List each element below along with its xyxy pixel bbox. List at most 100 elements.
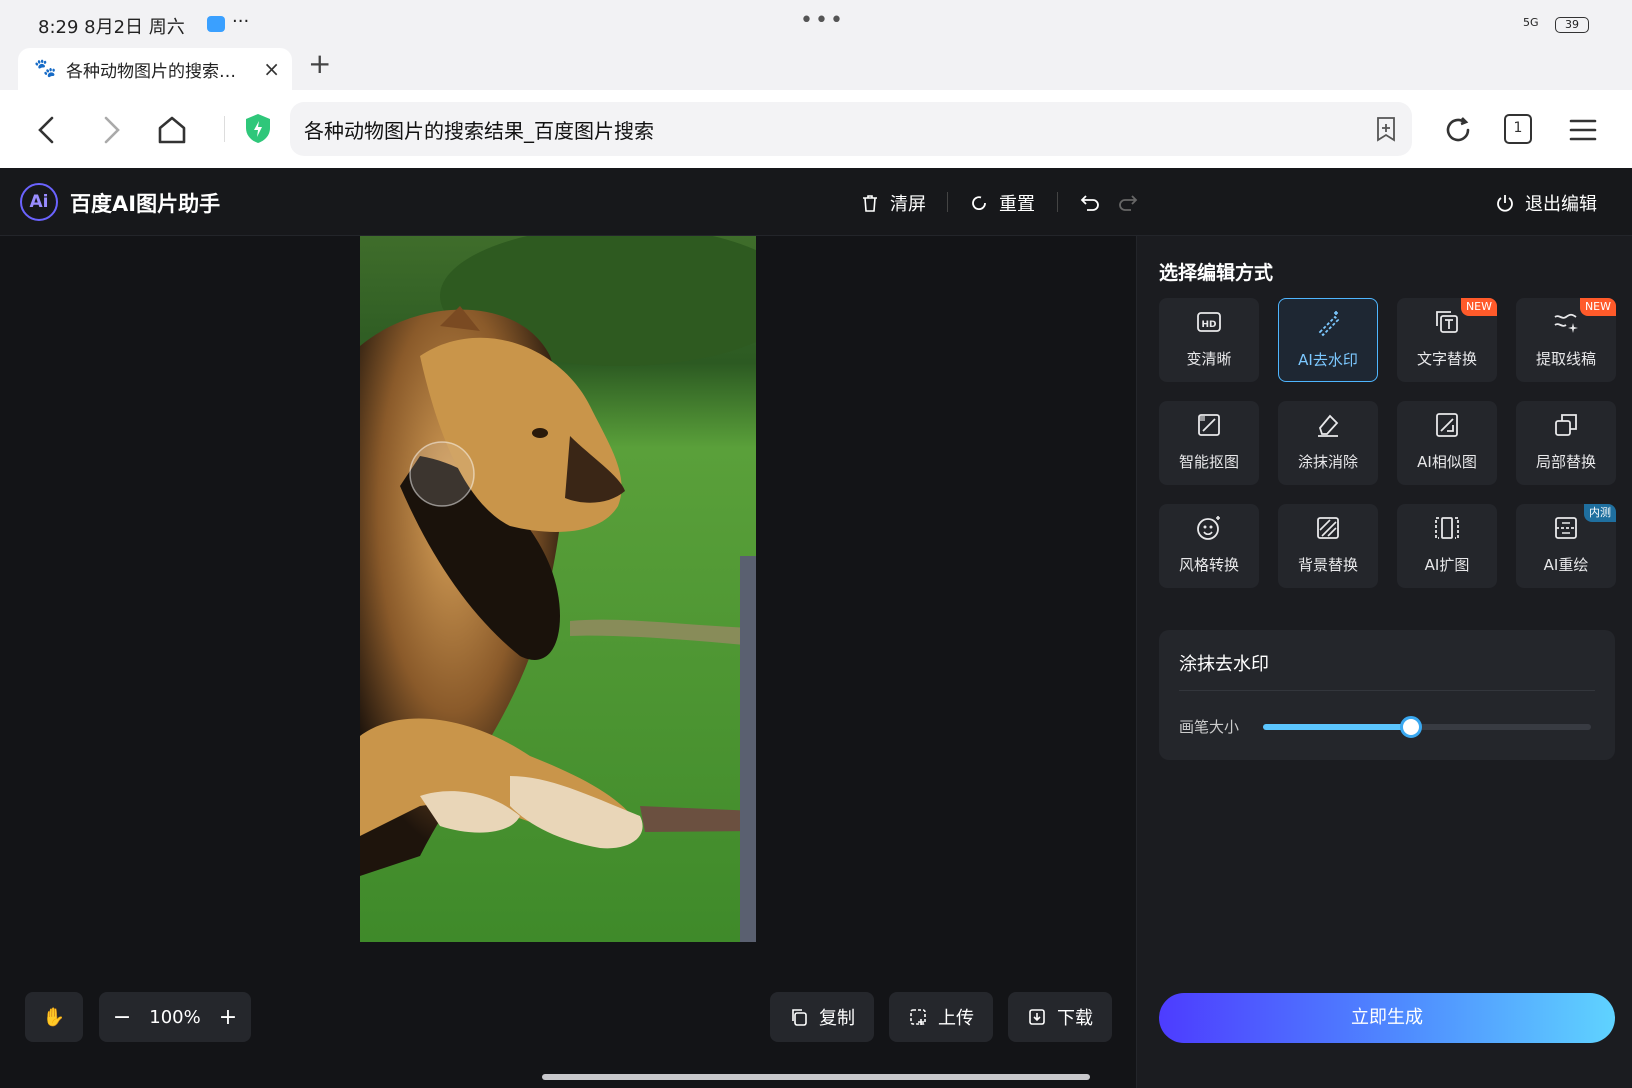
upload-button[interactable]: 上传 (889, 992, 993, 1042)
partial-replace-icon (1555, 414, 1577, 436)
tool-label: 背景替换 (1297, 556, 1358, 574)
signal-icon: 5G (1523, 16, 1539, 29)
clear-label: 清屏 (890, 194, 926, 215)
status-time: 8:29 8月2日 周六 (38, 17, 185, 38)
battery-icon: 39 (1555, 17, 1589, 33)
home-indicator[interactable] (542, 1074, 1090, 1080)
baidu-favicon-icon: 🐾 (34, 58, 57, 79)
slider-handle[interactable] (1399, 716, 1422, 738)
close-tab-icon[interactable]: × (263, 57, 280, 81)
window-handle[interactable]: ••• (800, 8, 845, 33)
url-field[interactable]: 各种动物图片的搜索结果_百度图片搜索 (290, 102, 1412, 156)
app-title: 百度AI图片助手 (70, 192, 221, 216)
brush-size-label: 画笔大小 (1179, 718, 1240, 736)
tool-text-replace[interactable]: 文字替换 NEW (1397, 298, 1497, 382)
tool-label: 文字替换 (1416, 350, 1477, 368)
beta-badge: 内测 (1584, 504, 1616, 522)
divider (224, 116, 225, 142)
tool-label: AI相似图 (1417, 453, 1477, 471)
upload-label: 上传 (938, 1008, 974, 1029)
copy-label: 复制 (819, 1008, 855, 1029)
url-text: 各种动物图片的搜索结果_百度图片搜索 (304, 118, 654, 143)
hd-icon: HD (1197, 312, 1221, 332)
similar-image-icon (1436, 413, 1458, 437)
browser-tab-bar: 🐾 各种动物图片的搜索… × (0, 48, 1632, 90)
download-button[interactable]: 下载 (1008, 992, 1112, 1042)
copy-button[interactable]: 复制 (770, 992, 874, 1042)
divider (1179, 690, 1595, 691)
new-tab-button[interactable]: + (308, 50, 331, 78)
tool-line-art[interactable]: 提取线稿 NEW (1516, 298, 1616, 382)
text-replace-icon (1436, 311, 1458, 333)
tool-redraw[interactable]: AI重绘 内测 (1516, 504, 1616, 588)
tool-label: 涂抹消除 (1297, 453, 1358, 471)
brush-cursor (409, 441, 475, 507)
magic-wand-icon (1318, 311, 1340, 337)
brush-size-slider[interactable] (1263, 716, 1591, 738)
cutout-icon (1198, 414, 1220, 436)
reset-icon (972, 196, 986, 211)
ai-image-assistant: Ai 百度AI图片助手 清屏 重置 退出编辑 ✋ − 100% + 复制 上传 … (0, 168, 1632, 1088)
zoom-in-icon[interactable]: + (219, 1005, 237, 1030)
power-icon (1497, 195, 1513, 212)
tool-partial-replace[interactable]: 局部替换 (1516, 401, 1616, 485)
status-bar: 8:29 8月2日 周六 ··· ••• 5G 39 (0, 0, 1632, 48)
svg-text:HD: HD (1201, 320, 1216, 330)
tool-style-transfer[interactable]: 风格转换 (1159, 504, 1259, 588)
divider (947, 192, 948, 212)
tool-label: AI去水印 (1298, 351, 1358, 369)
lion-photo[interactable] (360, 236, 756, 942)
tool-expand[interactable]: AI扩图 (1397, 504, 1497, 588)
home-icon[interactable] (154, 112, 190, 148)
eraser-icon (1318, 414, 1339, 437)
tool-label: AI扩图 (1424, 556, 1470, 574)
refresh-icon[interactable] (1440, 112, 1476, 148)
forward-icon[interactable] (92, 112, 128, 148)
exit-edit-label: 退出编辑 (1525, 194, 1597, 215)
tool-ai-watermark-removal[interactable]: AI去水印 (1278, 298, 1378, 382)
tool-smart-cutout[interactable]: 智能抠图 (1159, 401, 1259, 485)
tool-label: 风格转换 (1178, 556, 1239, 574)
brush-settings-title: 涂抹去水印 (1179, 654, 1269, 675)
tool-similar-image[interactable]: AI相似图 (1397, 401, 1497, 485)
generate-button[interactable]: 立即生成 (1159, 993, 1615, 1043)
exit-edit-button[interactable]: 退出编辑 (1495, 190, 1597, 216)
brush-settings: 涂抹去水印 画笔大小 (1159, 630, 1615, 760)
hand-icon: ✋ (42, 1006, 66, 1028)
new-badge: NEW (1460, 298, 1497, 316)
tool-erase[interactable]: 涂抹消除 (1278, 401, 1378, 485)
download-icon (1029, 1009, 1045, 1025)
reset-label: 重置 (999, 194, 1035, 215)
edit-panel: 选择编辑方式 HD 变清晰 AI去水印 文字替换 NEW 提取线稿 NEW 智能… (1136, 236, 1632, 1088)
tool-label: 局部替换 (1535, 453, 1596, 471)
status-more: ··· (232, 11, 250, 32)
menu-icon[interactable] (1565, 112, 1601, 148)
clear-button[interactable]: 清屏 (860, 190, 926, 216)
zoom-level: 100% (149, 1006, 201, 1028)
app-logo: Ai (20, 183, 58, 221)
zoom-control: − 100% + (99, 992, 251, 1042)
reset-button[interactable]: 重置 (969, 190, 1035, 216)
trash-icon (863, 195, 877, 212)
zoom-out-icon[interactable]: − (113, 1005, 131, 1030)
copy-icon (792, 1009, 807, 1026)
tool-label: 变清晰 (1186, 350, 1232, 368)
redo-icon[interactable] (1116, 190, 1140, 214)
undo-icon[interactable] (1078, 190, 1102, 214)
canvas-area[interactable]: ✋ − 100% + 复制 上传 下载 (0, 236, 1136, 1088)
browser-tab[interactable]: 🐾 各种动物图片的搜索… × (18, 48, 292, 90)
tool-enhance[interactable]: HD 变清晰 (1159, 298, 1259, 382)
panel-title: 选择编辑方式 (1159, 262, 1274, 284)
tool-background-replace[interactable]: 背景替换 (1278, 504, 1378, 588)
tab-count-button[interactable]: 1 (1504, 114, 1532, 144)
bookmark-icon[interactable] (1374, 116, 1398, 142)
hand-tool-button[interactable]: ✋ (25, 992, 83, 1042)
back-icon[interactable] (30, 112, 66, 148)
background-icon (1317, 517, 1339, 539)
new-badge: NEW (1579, 298, 1616, 316)
shield-icon[interactable] (240, 110, 276, 146)
address-bar-row: 各种动物图片的搜索结果_百度图片搜索 1 (0, 90, 1632, 168)
tool-label: 提取线稿 (1535, 350, 1596, 368)
cloud-icon (207, 16, 225, 32)
download-label: 下载 (1057, 1008, 1093, 1029)
